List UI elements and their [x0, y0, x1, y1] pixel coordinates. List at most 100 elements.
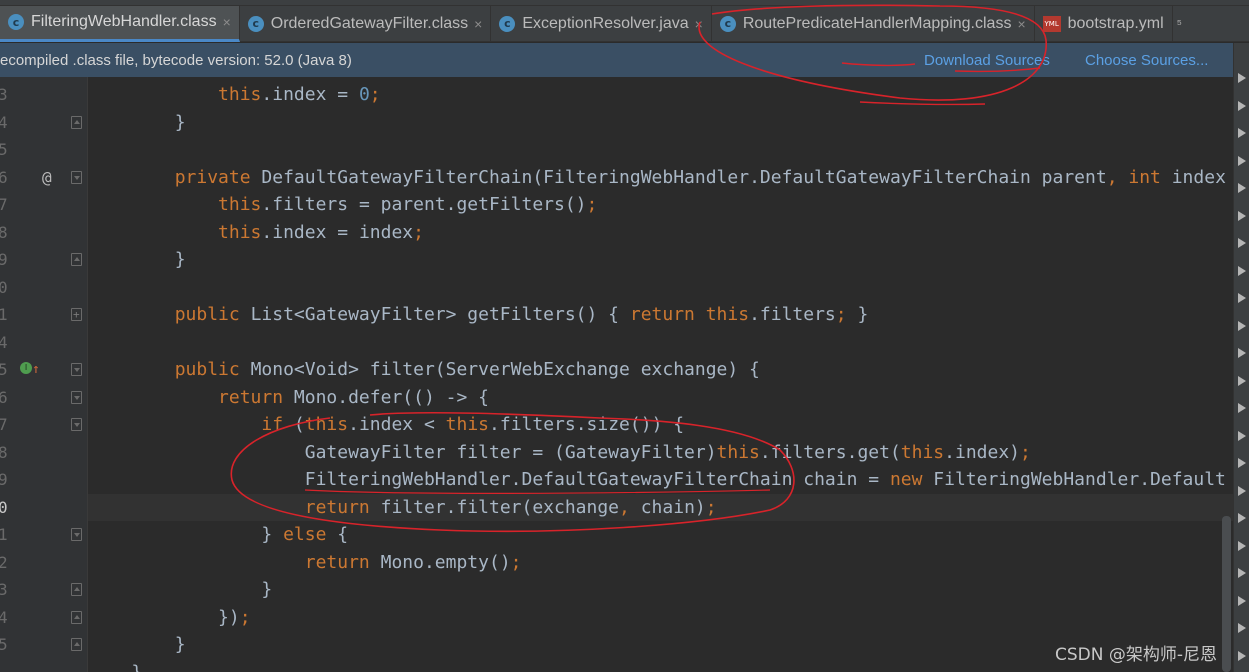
- gutter-line: [0, 659, 88, 672]
- fold-toggle-icon[interactable]: [71, 253, 82, 266]
- fold-toggle-icon[interactable]: [71, 390, 82, 404]
- line-number: 1: [0, 525, 8, 544]
- tab-4[interactable]: YML bootstrap.yml: [1035, 5, 1173, 42]
- tool-window-arrow-icon[interactable]: [1238, 650, 1246, 661]
- tab-0[interactable]: c FilteringWebHandler.class ×: [0, 5, 240, 42]
- tool-window-arrow-icon[interactable]: [1238, 568, 1246, 578]
- tool-window-arrow-icon[interactable]: [1238, 348, 1246, 358]
- tool-window-arrow-icon[interactable]: [1238, 183, 1246, 193]
- close-icon[interactable]: ×: [1017, 16, 1025, 32]
- code-line: return Mono.empty();: [88, 549, 522, 576]
- fold-toggle-icon[interactable]: [71, 363, 82, 376]
- tool-window-arrow-icon[interactable]: [1238, 375, 1246, 386]
- code-token: }: [88, 661, 143, 672]
- line-number: 4: [0, 332, 8, 352]
- code-token: chain): [640, 496, 706, 518]
- line-number: 1: [0, 305, 8, 324]
- fold-toggle-icon[interactable]: [71, 583, 82, 596]
- code-line: }: [88, 576, 272, 603]
- gutter-line: 4: [0, 109, 88, 136]
- decompiled-notice-bar: ecompiled .class file, bytecode version:…: [0, 43, 1249, 77]
- tool-window-arrow-icon[interactable]: [1238, 238, 1246, 248]
- gutter-line: 4: [0, 604, 88, 631]
- class-icon: c: [247, 15, 264, 32]
- tool-window-arrow-icon[interactable]: [1238, 320, 1246, 331]
- line-number: 9: [0, 470, 8, 489]
- editor-gutter[interactable]: 3456@7890145I↑6789012345: [0, 77, 88, 672]
- code-token: ,: [619, 496, 641, 518]
- code-line: }: [88, 109, 186, 136]
- annotation-marker-icon[interactable]: @: [42, 164, 52, 191]
- code-token: public: [174, 359, 251, 380]
- line-number: 7: [0, 195, 8, 214]
- overrides-arrow-icon[interactable]: ↑: [32, 356, 40, 383]
- tab-3[interactable]: c RoutePredicateHandlerMapping.class ×: [712, 5, 1035, 42]
- line-number: 6: [0, 167, 8, 187]
- code-token: ;: [239, 606, 251, 628]
- code-token: return: [218, 386, 294, 408]
- fold-toggle-icon[interactable]: [71, 115, 82, 129]
- code-token: this: [445, 414, 490, 435]
- close-icon[interactable]: ×: [695, 16, 703, 32]
- code-token: GatewayFilter filter = (GatewayFilter): [88, 441, 717, 463]
- download-sources-link[interactable]: Download Sources: [924, 52, 1050, 69]
- code-editor[interactable]: this.index = 0; } private DefaultGateway…: [88, 77, 1233, 672]
- code-token: FilteringWebHandler.DefaultGatewayFilter…: [88, 469, 890, 490]
- fold-toggle-icon[interactable]: [71, 638, 82, 651]
- gutter-line: 1: [0, 301, 88, 328]
- tool-window-arrow-icon[interactable]: [1238, 623, 1246, 633]
- code-line: }: [88, 631, 186, 658]
- tab-1[interactable]: c OrderedGatewayFilter.class ×: [240, 5, 492, 42]
- tab-label: ExceptionResolver.java: [522, 14, 689, 32]
- tool-window-arrow-icon[interactable]: [1238, 458, 1246, 468]
- code-token: private: [174, 166, 262, 188]
- code-token: .filters: [749, 304, 836, 325]
- tool-window-arrow-icon[interactable]: [1238, 155, 1246, 166]
- tool-window-arrow-icon[interactable]: [1238, 595, 1246, 606]
- line-number: 3: [0, 85, 8, 104]
- tool-window-arrow-icon[interactable]: [1238, 128, 1246, 138]
- code-token: }: [88, 111, 186, 133]
- fold-toggle-icon[interactable]: [71, 170, 82, 184]
- editor-scrollbar-thumb[interactable]: [1222, 516, 1231, 672]
- code-token: Mono<Void> filter(ServerWebExchange exch…: [250, 359, 760, 380]
- implements-method-icon[interactable]: I: [20, 362, 32, 374]
- tool-window-arrow-icon[interactable]: [1238, 293, 1246, 303]
- tab-2[interactable]: c ExceptionResolver.java ×: [491, 5, 712, 42]
- tool-window-arrow-icon[interactable]: [1238, 430, 1246, 441]
- gutter-line: 8: [0, 219, 88, 246]
- gutter-line: 5: [0, 631, 88, 658]
- line-number: 8: [0, 222, 8, 242]
- code-line: this.index = 0;: [88, 81, 381, 108]
- fold-toggle-icon[interactable]: [71, 610, 82, 624]
- close-icon[interactable]: ×: [223, 14, 231, 30]
- tab-label: FilteringWebHandler.class: [31, 13, 217, 30]
- tool-window-arrow-icon[interactable]: [1238, 100, 1246, 111]
- code-token: .index <: [348, 414, 446, 435]
- fold-toggle-icon[interactable]: [71, 301, 82, 328]
- code-token: ;: [835, 304, 847, 325]
- code-line: public List<GatewayFilter> getFilters() …: [88, 301, 869, 328]
- tool-window-arrow-icon[interactable]: [1238, 73, 1246, 83]
- tool-window-arrow-icon[interactable]: [1238, 210, 1246, 221]
- code-line: this.filters = parent.getFilters();: [88, 191, 597, 218]
- close-icon[interactable]: ×: [474, 16, 482, 32]
- line-number: 2: [0, 552, 8, 572]
- tab-overflow-icon[interactable]: ⁵: [1177, 16, 1182, 31]
- tool-window-arrow-icon[interactable]: [1238, 513, 1246, 523]
- fold-toggle-icon[interactable]: [71, 418, 82, 431]
- choose-sources-link[interactable]: Choose Sources...: [1085, 52, 1208, 69]
- code-line: public Mono<Void> filter(ServerWebExchan…: [88, 356, 760, 383]
- tool-window-arrow-icon[interactable]: [1238, 265, 1246, 276]
- code-token: return: [304, 496, 381, 518]
- tool-window-arrow-icon[interactable]: [1238, 403, 1246, 413]
- tool-window-arrow-icon[interactable]: [1238, 485, 1246, 496]
- fold-toggle-icon[interactable]: [71, 528, 82, 541]
- tool-window-arrow-icon[interactable]: [1238, 540, 1246, 551]
- code-line: } else {: [88, 521, 348, 548]
- code-token: else: [283, 524, 338, 545]
- line-number: 4: [0, 607, 8, 627]
- code-line: GatewayFilter filter = (GatewayFilter)th…: [88, 439, 1031, 466]
